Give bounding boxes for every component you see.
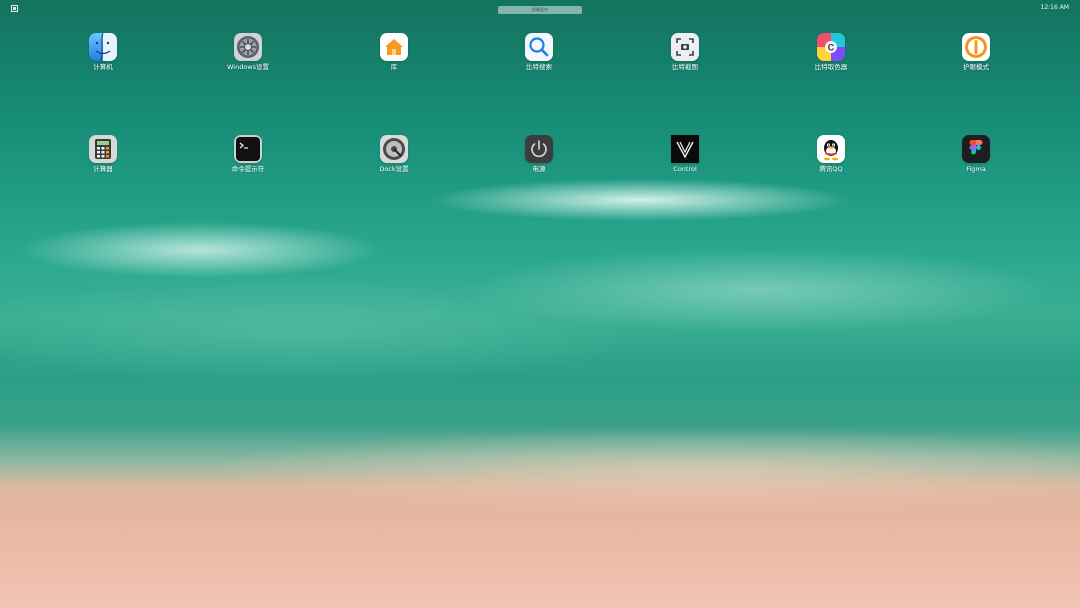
home-icon [380,33,408,61]
app-power[interactable]: 电源 [494,135,584,179]
app-label: Dock设置 [379,165,409,173]
app-calculator[interactable]: 计算器 [58,135,148,179]
gear-icon [234,33,262,61]
power-icon [525,135,553,163]
app-bit-screenshot[interactable]: 比特截图 [640,33,730,77]
app-label: 计算机 [93,63,113,71]
app-windows-settings[interactable]: Windows设置 [203,33,293,77]
qq-icon [817,135,845,163]
app-label: 腾讯QQ [819,165,843,173]
app-label: 计算器 [93,165,113,173]
app-dock-settings[interactable]: Dock设置 [349,135,439,179]
app-label: Windows设置 [226,63,269,71]
app-label: 比特搜索 [526,63,552,71]
app-label: 库 [390,63,398,71]
app-label: 比特截图 [672,63,698,71]
app-library[interactable]: 库 [349,33,439,77]
app-label: 比特取色器 [814,63,848,71]
finder-icon [89,33,117,61]
screenshot-icon [671,33,699,61]
app-figma[interactable]: Figma [931,135,1021,179]
terminal-icon [234,135,262,163]
app-tencent-qq[interactable]: 腾讯QQ [786,135,876,179]
color-picker-icon: C [817,33,845,61]
app-label: 电源 [532,165,546,173]
app-command-prompt[interactable]: 命令提示符 [203,135,293,179]
app-label: 命令提示符 [231,165,265,173]
calculator-icon [89,135,117,163]
svg-text:C: C [828,43,835,53]
control-icon [671,135,699,163]
app-label: 护眼模式 [963,63,989,71]
dock-settings-icon [380,135,408,163]
search-icon [525,33,553,61]
eye-care-icon [962,33,990,61]
app-bit-color-picker[interactable]: C 比特取色器 [786,33,876,77]
app-label: Control [673,165,697,173]
app-bit-search[interactable]: 比特搜索 [494,33,584,77]
app-label: Figma [966,165,986,173]
app-eye-care[interactable]: 护眼模式 [931,33,1021,77]
app-control[interactable]: Control [640,135,730,179]
app-computer[interactable]: 计算机 [58,33,148,77]
app-grid: 计算机 Windows设置 库 比特搜索 比特截图 C 比特取色器 护眼模式 计… [0,0,1080,608]
figma-icon [962,135,990,163]
